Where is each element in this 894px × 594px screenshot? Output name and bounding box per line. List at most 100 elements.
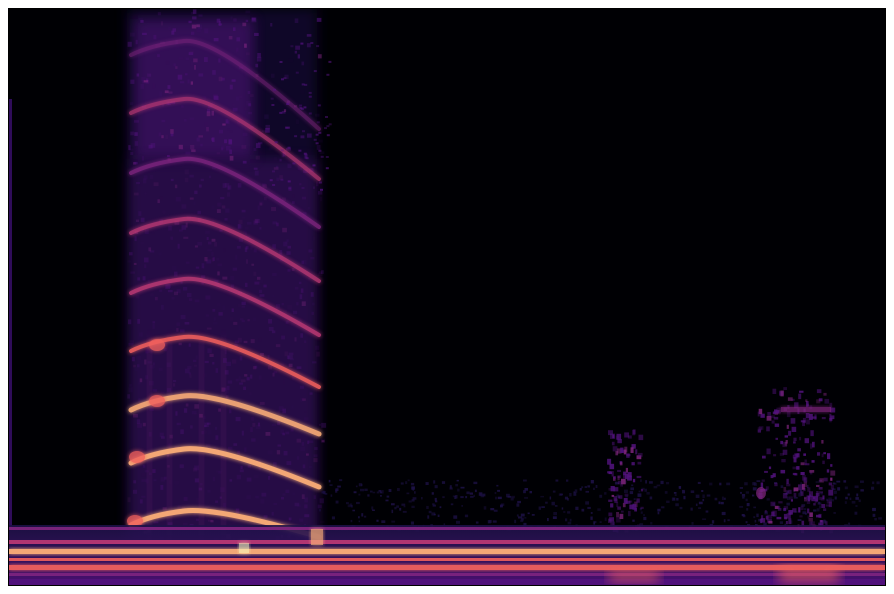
band-line-6 — [9, 573, 885, 576]
haze-speck — [238, 325, 241, 331]
floor-speck — [833, 490, 837, 494]
top-speck — [271, 104, 275, 106]
floor-speck — [435, 500, 438, 503]
burst-speck-a — [617, 506, 621, 510]
haze-speck — [160, 485, 164, 490]
burst-speck-a — [638, 434, 644, 441]
haze-speck — [192, 9, 197, 14]
floor-speck — [672, 497, 676, 500]
haze-speck — [248, 103, 252, 107]
haze-speck — [209, 353, 214, 357]
floor-speck — [604, 517, 607, 521]
floor-speck — [442, 496, 445, 499]
burst-speck-a — [635, 449, 638, 455]
burst-speck-b — [813, 503, 816, 506]
haze-speck — [260, 498, 265, 504]
burst-speck-b — [819, 520, 824, 526]
floor-speck — [563, 511, 566, 513]
haze-speck — [301, 301, 306, 306]
floor-speck — [739, 487, 743, 489]
burst-speck-b — [774, 482, 778, 487]
haze-speck — [285, 321, 289, 324]
haze-speck — [140, 84, 144, 89]
top-speck — [290, 45, 294, 48]
burst-speck-b — [811, 460, 815, 463]
burst-speck-b — [799, 390, 804, 393]
haze-speck — [244, 374, 248, 377]
floor-speck — [721, 496, 724, 501]
burst-speck-b — [821, 440, 824, 444]
haze-speck — [128, 387, 133, 393]
haze-speck — [175, 66, 178, 69]
haze-speck — [251, 263, 255, 266]
floor-speck — [561, 507, 564, 510]
haze-speck — [275, 344, 281, 348]
haze-speck — [127, 260, 131, 263]
haze-speck — [209, 501, 212, 504]
haze-speck — [254, 365, 258, 369]
haze-speck — [285, 489, 290, 493]
haze-speck — [188, 343, 191, 347]
haze-speck — [228, 36, 233, 40]
haze-speck — [201, 263, 205, 269]
haze-speck — [229, 149, 232, 154]
top-speck — [280, 149, 284, 152]
haze-speck — [198, 135, 203, 138]
haze-speck — [144, 264, 147, 269]
floor-speck — [872, 481, 875, 485]
haze-speck — [133, 413, 138, 418]
floor-speck — [524, 488, 528, 491]
haze-speck — [164, 90, 169, 94]
burst-speck-b — [762, 455, 766, 459]
haze-speck — [234, 340, 239, 344]
haze-speck — [174, 291, 178, 296]
burst-speck-b — [786, 424, 789, 429]
haze-speck — [279, 158, 282, 162]
haze-speck — [221, 205, 226, 209]
burst-speck-a — [608, 471, 612, 475]
floor-speck — [464, 514, 469, 518]
haze-speck — [306, 34, 312, 37]
floor-speck — [352, 509, 355, 512]
haze-speck — [227, 128, 230, 130]
burst-speck-a — [613, 476, 616, 479]
haze-speck — [246, 377, 250, 381]
haze-speck — [268, 147, 273, 151]
haze-striation — [221, 339, 226, 539]
burst-speck-a — [620, 447, 624, 453]
haze-speck — [264, 196, 267, 201]
haze-speck — [311, 311, 314, 315]
floor-speck — [524, 517, 527, 519]
haze-speck — [216, 257, 220, 261]
haze-speck — [259, 227, 262, 230]
burst-speck-a — [611, 494, 615, 497]
burst-speck-b — [800, 472, 805, 475]
floor-speck — [653, 486, 658, 489]
burst-speck-a — [617, 480, 622, 485]
burst-speck-a — [617, 439, 622, 444]
haze-speck — [152, 362, 155, 366]
haze-speck — [178, 273, 182, 278]
onset-blob — [129, 451, 145, 463]
floor-speck — [466, 491, 470, 495]
floor-speck — [470, 495, 474, 498]
haze-speck — [137, 277, 141, 281]
burst-speck-b — [765, 515, 769, 520]
floor-speck — [597, 508, 601, 511]
burst-speck-b — [773, 454, 777, 457]
burst-speck-b — [806, 403, 809, 407]
floor-speck — [691, 522, 694, 525]
floor-speck — [638, 490, 641, 493]
floor-speck — [709, 482, 713, 486]
haze-speck — [204, 123, 208, 127]
burst-speck-b — [830, 484, 834, 490]
haze-speck — [244, 227, 249, 230]
top-speck — [312, 164, 316, 167]
floor-speck — [779, 521, 783, 524]
haze-speck — [270, 73, 275, 78]
haze-speck — [215, 500, 219, 503]
burst-speck-b — [783, 387, 787, 390]
haze-speck — [246, 221, 252, 225]
haze-speck — [222, 183, 227, 188]
haze-speck — [227, 380, 233, 384]
